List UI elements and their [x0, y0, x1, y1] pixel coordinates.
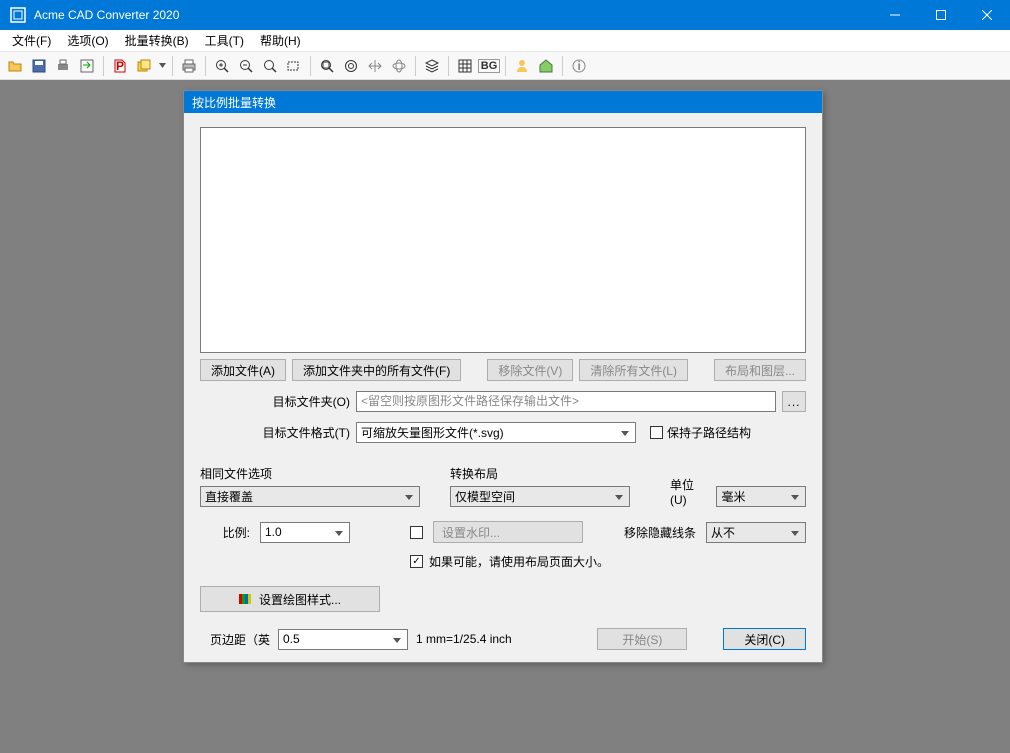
- titlebar: Acme CAD Converter 2020: [0, 0, 1010, 30]
- file-list[interactable]: [200, 127, 806, 353]
- remove-hidden-select[interactable]: 从不: [706, 522, 806, 543]
- plot-style-button[interactable]: 设置绘图样式...: [200, 586, 380, 612]
- add-folder-button[interactable]: 添加文件夹中的所有文件(F): [292, 359, 461, 381]
- remove-hidden-label: 移除隐藏线条: [624, 524, 696, 541]
- target-folder-input[interactable]: <留空则按原图形文件路径保存输出文件>: [356, 391, 776, 412]
- app-title: Acme CAD Converter 2020: [34, 8, 872, 22]
- orbit-icon[interactable]: [388, 55, 410, 77]
- target-format-label: 目标文件格式(T): [200, 424, 350, 441]
- zoom-region-icon[interactable]: [283, 55, 305, 77]
- target-folder-label: 目标文件夹(O): [200, 393, 350, 410]
- margin-label: 页边距（英: [200, 631, 270, 648]
- convert-layout-select[interactable]: 仅模型空间: [450, 486, 630, 507]
- convert-layout-label: 转换布局: [450, 465, 650, 482]
- close-dialog-button[interactable]: 关闭(C): [723, 628, 806, 650]
- browse-button[interactable]: ...: [782, 391, 806, 412]
- svg-text:P: P: [116, 59, 124, 73]
- zoom-extents-icon[interactable]: [316, 55, 338, 77]
- toolbar: P BG i: [0, 52, 1010, 80]
- scale-select[interactable]: 1.0: [260, 522, 350, 543]
- menubar: 文件(F) 选项(O) 批量转换(B) 工具(T) 帮助(H): [0, 30, 1010, 52]
- margin-select[interactable]: 0.5: [278, 629, 408, 650]
- user-icon[interactable]: [511, 55, 533, 77]
- info-icon[interactable]: i: [568, 55, 590, 77]
- print-icon[interactable]: [52, 55, 74, 77]
- maximize-button[interactable]: [918, 0, 964, 30]
- clear-all-button[interactable]: 清除所有文件(L): [579, 359, 688, 381]
- workspace: 按比例批量转换 添加文件(A) 添加文件夹中的所有文件(F) 移除文件(V) 清…: [0, 80, 1010, 753]
- window-controls: [872, 0, 1010, 30]
- dropdown-icon[interactable]: [157, 55, 167, 77]
- open-icon[interactable]: [4, 55, 26, 77]
- printer-icon[interactable]: [178, 55, 200, 77]
- batch-convert-dialog: 按比例批量转换 添加文件(A) 添加文件夹中的所有文件(F) 移除文件(V) 清…: [183, 90, 823, 663]
- unit-label: 单位(U): [670, 476, 710, 507]
- watermark-button[interactable]: 设置水印...: [433, 521, 583, 543]
- keep-subpath-label: 保持子路径结构: [667, 424, 751, 441]
- keep-subpath-checkbox[interactable]: [650, 426, 663, 439]
- pan-icon[interactable]: [364, 55, 386, 77]
- batch-icon[interactable]: [133, 55, 155, 77]
- watermark-checkbox[interactable]: [410, 526, 423, 539]
- app-icon: [8, 5, 28, 25]
- menu-options[interactable]: 选项(O): [59, 30, 116, 51]
- use-layout-size-label: 如果可能，请使用布局页面大小。: [429, 553, 609, 570]
- menu-tools[interactable]: 工具(T): [197, 30, 252, 51]
- zoom-fit-icon[interactable]: [259, 55, 281, 77]
- remove-file-button[interactable]: 移除文件(V): [487, 359, 573, 381]
- pdf-icon[interactable]: P: [109, 55, 131, 77]
- svg-text:i: i: [578, 59, 581, 73]
- menu-help[interactable]: 帮助(H): [252, 30, 309, 51]
- bg-button[interactable]: BG: [478, 55, 500, 77]
- zoom-all-icon[interactable]: [340, 55, 362, 77]
- mm-inch-hint: 1 mm=1/25.4 inch: [416, 632, 512, 646]
- menu-batch[interactable]: 批量转换(B): [117, 30, 197, 51]
- start-button[interactable]: 开始(S): [597, 628, 687, 650]
- zoom-out-icon[interactable]: [235, 55, 257, 77]
- scale-label: 比例:: [200, 524, 250, 541]
- layers-icon[interactable]: [421, 55, 443, 77]
- zoom-in-icon[interactable]: [211, 55, 233, 77]
- use-layout-size-checkbox[interactable]: ✓: [410, 555, 423, 568]
- save-icon[interactable]: [28, 55, 50, 77]
- layout-layers-button[interactable]: 布局和图层...: [714, 359, 806, 381]
- export-icon[interactable]: [76, 55, 98, 77]
- minimize-button[interactable]: [872, 0, 918, 30]
- dialog-title: 按比例批量转换: [184, 91, 822, 113]
- palette-icon: [239, 592, 253, 606]
- menu-file[interactable]: 文件(F): [4, 30, 59, 51]
- grid-icon[interactable]: [454, 55, 476, 77]
- close-button[interactable]: [964, 0, 1010, 30]
- target-format-select[interactable]: 可缩放矢量图形文件(*.svg): [356, 422, 636, 443]
- same-file-label: 相同文件选项: [200, 465, 430, 482]
- add-file-button[interactable]: 添加文件(A): [200, 359, 286, 381]
- same-file-select[interactable]: 直接覆盖: [200, 486, 420, 507]
- unit-select[interactable]: 毫米: [716, 486, 806, 507]
- home-icon[interactable]: [535, 55, 557, 77]
